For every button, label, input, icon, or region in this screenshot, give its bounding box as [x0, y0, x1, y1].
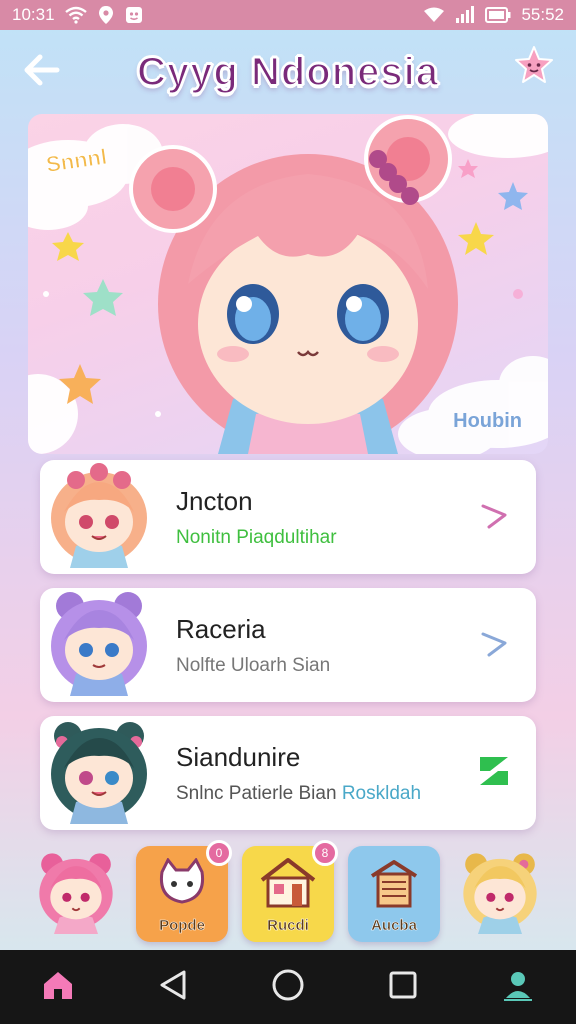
status-time: 10:31	[12, 5, 55, 24]
nav-back-button[interactable]	[143, 957, 203, 1017]
status-right: 55:52	[423, 5, 564, 25]
back-button[interactable]	[22, 52, 62, 92]
avatar	[40, 716, 158, 830]
card-action-button[interactable]	[464, 487, 524, 547]
hero-label-right: Houbin	[453, 410, 522, 432]
tray-avatar[interactable]	[30, 846, 122, 942]
tray-tile-aucba[interactable]: Aucba	[348, 846, 440, 942]
tray-tile-popde[interactable]: 0 Popde	[136, 840, 232, 942]
nav-profile-button[interactable]	[488, 957, 548, 1017]
nav-home-button[interactable]	[258, 957, 318, 1017]
card-text: Siandunire Snlnc Patierle Bian Roskldah	[158, 742, 464, 805]
tray-avatar[interactable]	[454, 846, 546, 942]
tile-badge: 0	[206, 840, 232, 866]
favorite-button[interactable]	[512, 44, 556, 93]
tile-badge: 8	[312, 840, 338, 866]
profile-icon	[501, 968, 535, 1007]
back-triangle-icon	[158, 969, 188, 1006]
avatar	[40, 588, 158, 702]
chevron-icon	[479, 628, 509, 663]
tray-tile-rucdi[interactable]: 8 Rucdi	[242, 840, 338, 942]
card-subtitle: Snlnc Patierle Bian Roskldah	[176, 783, 464, 805]
system-nav-bar	[0, 950, 576, 1024]
star-face-icon	[512, 44, 556, 93]
card-subtitle-link[interactable]: Roskldah	[342, 783, 421, 804]
battery-icon	[485, 7, 511, 23]
card-subtitle: Nonitn Piaqdultihar	[176, 526, 337, 548]
location-icon	[97, 5, 115, 25]
status-left: 10:31	[12, 5, 143, 25]
card-action-button[interactable]	[464, 615, 524, 675]
recents-square-icon	[388, 970, 418, 1005]
home-icon	[41, 969, 75, 1006]
tile-label: Aucba	[371, 917, 417, 935]
house-icon	[258, 856, 318, 913]
wifi-icon	[423, 7, 445, 23]
card-subtitle-part: Snlnc Patierle Bian	[176, 782, 337, 804]
list-item[interactable]: Raceria Nolfte Uloarh Sian	[40, 588, 536, 702]
quick-tray: 0 Popde 8 Rucdi Aucba	[30, 838, 546, 950]
card-text: Jncton Nonitn Piaqdultihar	[158, 486, 464, 549]
home-circle-icon	[271, 968, 305, 1007]
building-icon	[368, 858, 420, 913]
card-action-button[interactable]	[464, 743, 524, 803]
status-time-right: 55:52	[521, 5, 564, 24]
cat-face-icon	[156, 857, 208, 911]
avatar	[40, 460, 158, 574]
card-title: Raceria	[176, 613, 266, 644]
status-bar: 10:31 55:52	[0, 0, 576, 30]
list-item[interactable]: Jncton Nonitn Piaqdultihar	[40, 460, 536, 574]
card-title: Jncton	[176, 485, 253, 516]
avatar	[39, 853, 113, 934]
chevron-icon	[479, 500, 509, 535]
wifi-icon	[64, 6, 87, 24]
list-item[interactable]: Siandunire Snlnc Patierle Bian Roskldah	[40, 716, 536, 830]
page-title: Cyyg Ndonesia	[136, 49, 439, 95]
nav-home-app-button[interactable]	[28, 957, 88, 1017]
card-subtitle: Nolfte Uloarh Sian	[176, 654, 331, 676]
app-header: Cyyg Ndonesia	[0, 30, 576, 114]
tile-label: Rucdi	[267, 917, 309, 935]
notification-icon	[125, 6, 143, 24]
tile-label: Popde	[159, 917, 205, 935]
avatar	[463, 853, 537, 934]
card-title: Siandunire	[176, 741, 301, 772]
card-text: Raceria Nolfte Uloarh Sian	[158, 614, 464, 677]
signal-icon	[455, 6, 475, 24]
nav-recents-button[interactable]	[373, 957, 433, 1017]
z-badge-icon	[477, 754, 511, 793]
hero-banner: Snnnl Houbin	[28, 114, 548, 454]
back-arrow-icon	[24, 54, 60, 91]
